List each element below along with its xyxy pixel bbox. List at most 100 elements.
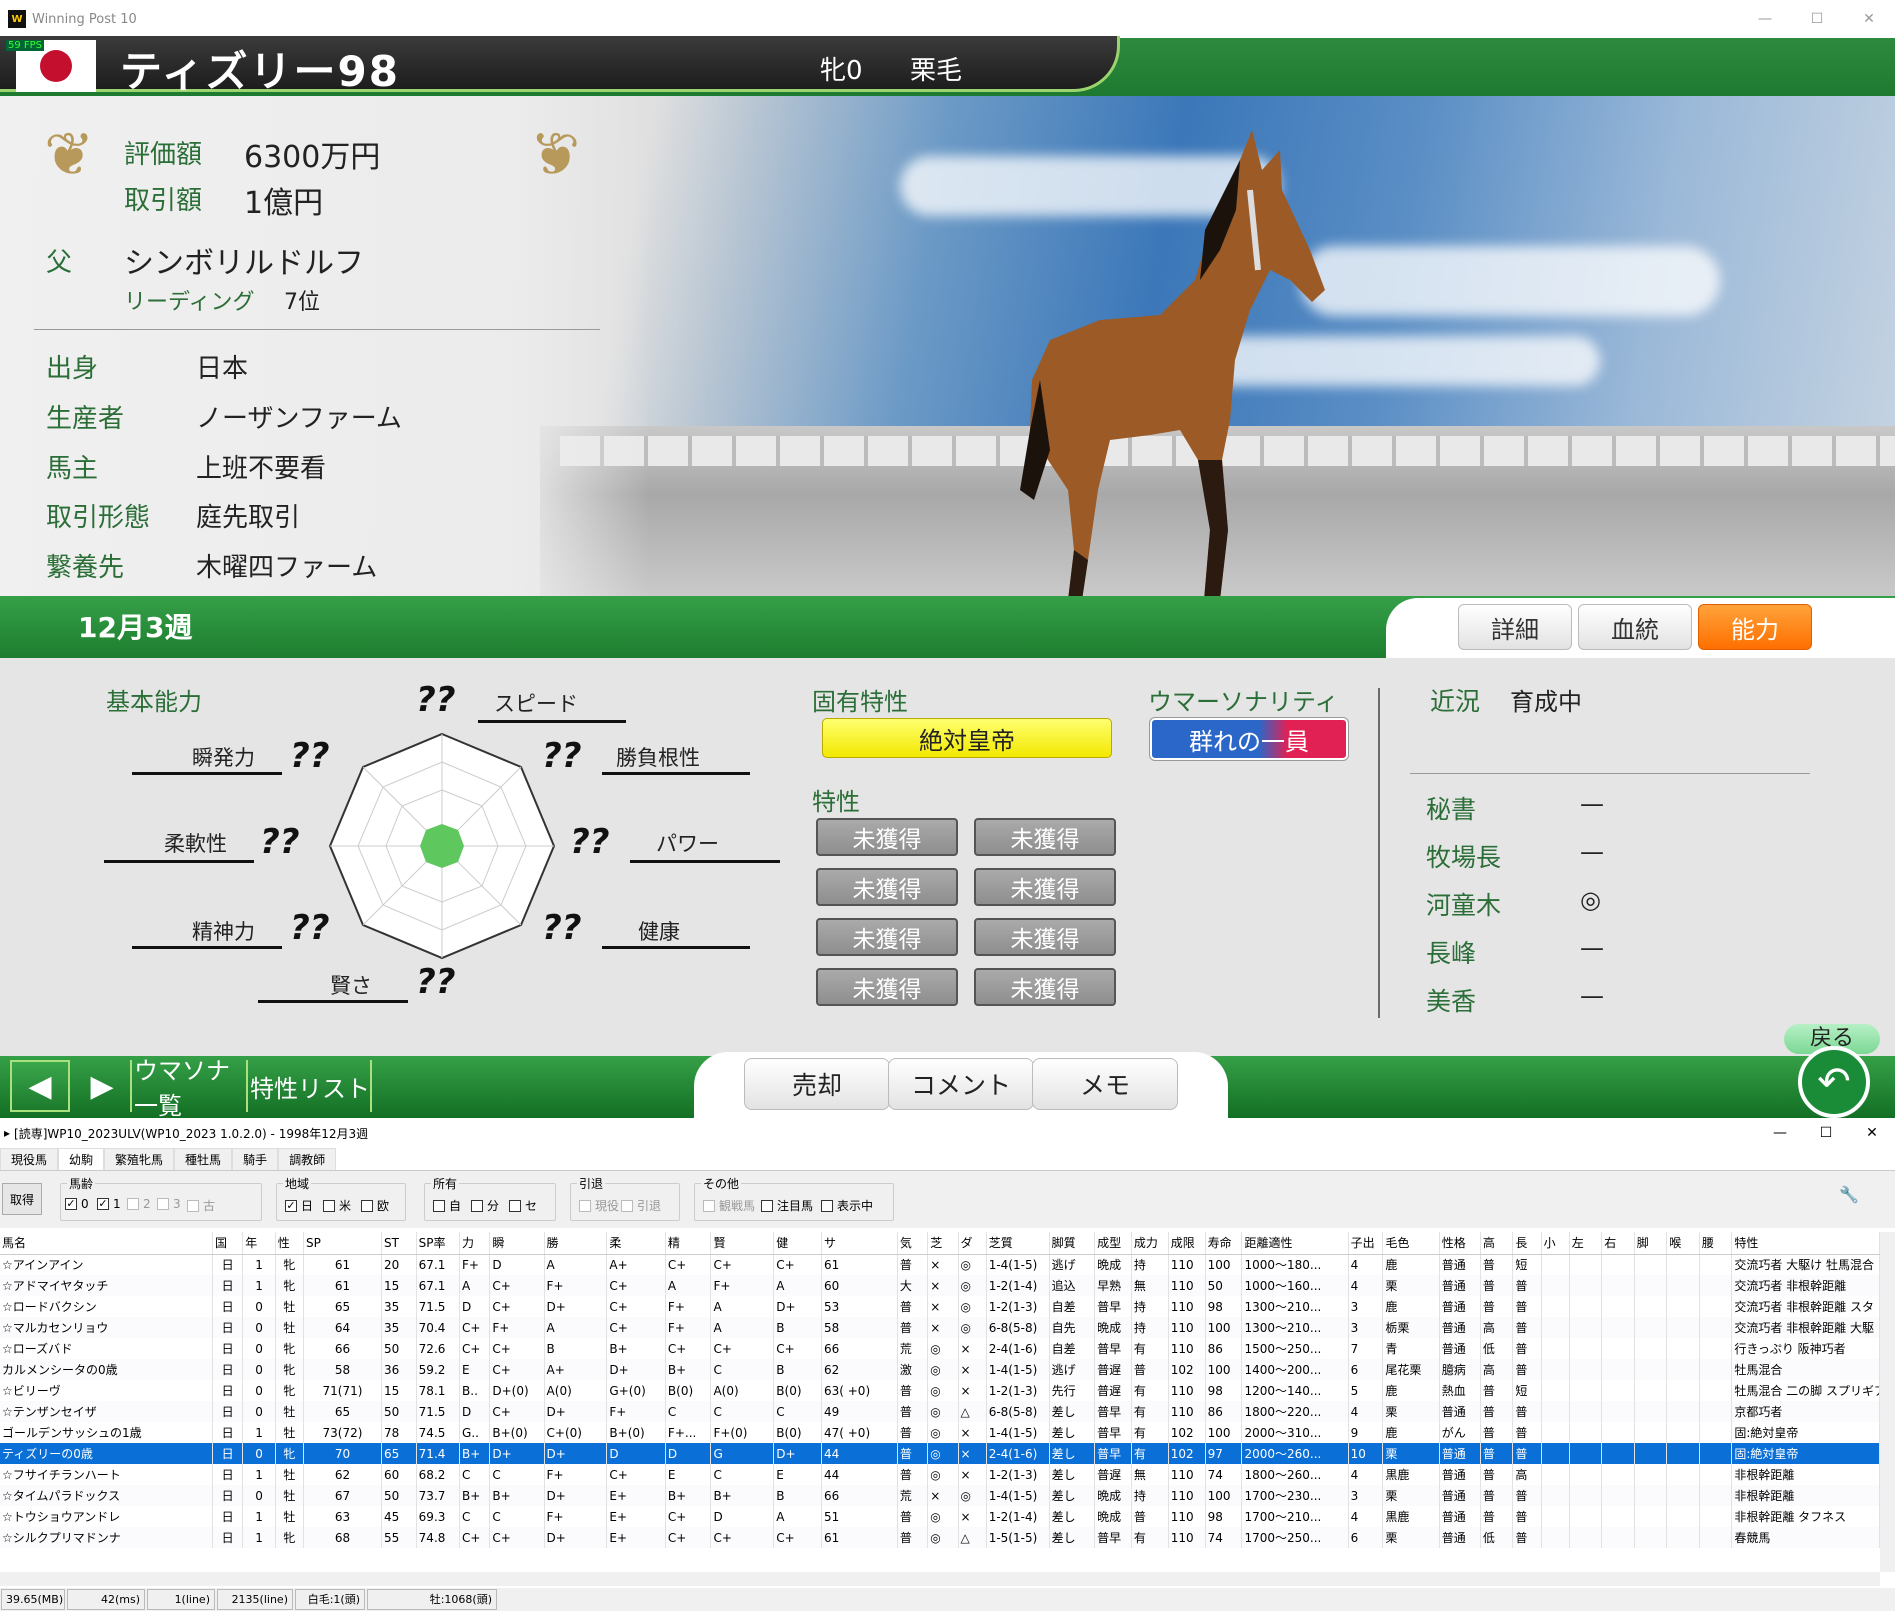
umaso-list-button[interactable]: ウマソナ一覧: [134, 1057, 248, 1118]
editor-tab[interactable]: 現役馬: [0, 1148, 59, 1170]
filter-checkbox-age[interactable]: ✓ 1: [97, 1197, 121, 1211]
filter-checkbox-owner[interactable]: 分: [471, 1197, 499, 1214]
column-header[interactable]: 高: [1480, 1232, 1514, 1255]
next-button[interactable]: ▶: [74, 1060, 132, 1112]
column-header[interactable]: 成型: [1094, 1232, 1132, 1255]
table-row[interactable]: カルメンシータの0歳日 0 牝 58 36 59.2 E C+ A+ D+ B+ C B 62 激 ◎ × 1-4…: [0, 1359, 1880, 1380]
get-button[interactable]: 取得: [2, 1183, 42, 1215]
filter-checkbox-age[interactable]: 2: [127, 1197, 151, 1211]
trait-slot[interactable]: 未獲得: [816, 868, 958, 906]
column-header[interactable]: 喉: [1666, 1232, 1700, 1255]
trait-slot[interactable]: 未獲得: [974, 868, 1116, 906]
table-row[interactable]: ☆トウショウアンドレ日 1 牡 63 45 69.3 C C F+ E+ C+ D A 51 普 ◎ × 1-2(…: [0, 1506, 1880, 1527]
column-header[interactable]: 瞬: [489, 1232, 545, 1255]
column-header[interactable]: 腰: [1699, 1232, 1733, 1255]
column-header[interactable]: ST: [381, 1232, 417, 1255]
column-header[interactable]: 左: [1569, 1232, 1603, 1255]
column-header[interactable]: サ: [821, 1232, 898, 1255]
trait-slot[interactable]: 未獲得: [816, 918, 958, 956]
tab-pedigree[interactable]: 血統: [1578, 604, 1692, 650]
trait-slot[interactable]: 未獲得: [816, 968, 958, 1006]
umasonality-badge[interactable]: 群れの一員: [1149, 717, 1349, 761]
trait-list-button[interactable]: 特性リスト: [250, 1060, 372, 1112]
column-header[interactable]: 精: [665, 1232, 712, 1255]
filter-checkbox-region[interactable]: 米: [323, 1197, 351, 1214]
column-header[interactable]: 健: [773, 1232, 822, 1255]
column-header[interactable]: 小: [1541, 1232, 1570, 1255]
table-row[interactable]: ☆アドマイヤタッチ日 1 牝 61 15 67.1 A C+ F+ C+ A F+ A 60 大 × ◎ 1-2(…: [0, 1275, 1880, 1296]
sell-button[interactable]: 売却: [744, 1058, 890, 1110]
column-header[interactable]: 特性: [1731, 1232, 1880, 1255]
editor-tab[interactable]: 幼駒: [58, 1148, 105, 1170]
filter-checkbox-retire[interactable]: 引退: [621, 1197, 661, 1214]
table-row[interactable]: ☆ビリーヴ日 0 牝 71(71) 15 78.1 B.. D+(0) A(0) G+(0) B(0…: [0, 1380, 1880, 1401]
close-button[interactable]: ✕: [1849, 1118, 1895, 1148]
column-header[interactable]: 脚質: [1049, 1232, 1096, 1255]
filter-checkbox-region[interactable]: ✓ 日: [285, 1197, 313, 1214]
table-row[interactable]: ゴールデンサッシュの1歳日 1 牡 73(72) 78 74.5 G.. B+(0) C+(0)…: [0, 1422, 1880, 1443]
column-header[interactable]: 芝質: [986, 1232, 1050, 1255]
column-header[interactable]: 気: [897, 1232, 929, 1255]
column-header[interactable]: SP: [303, 1232, 383, 1255]
column-header[interactable]: 成力: [1131, 1232, 1169, 1255]
table-row[interactable]: ☆マルカセンリョウ日 0 牡 64 35 70.4 C+ F+ A C+ F+ A B 58 普 × ◎ 6-8(…: [0, 1317, 1880, 1338]
column-header[interactable]: 勝: [544, 1232, 608, 1255]
vertical-scrollbar[interactable]: [1880, 1232, 1895, 1572]
trait-slot[interactable]: 未獲得: [974, 818, 1116, 856]
editor-tab[interactable]: 繁殖牝馬: [104, 1148, 175, 1170]
column-header[interactable]: 距離適性: [1241, 1232, 1349, 1255]
table-row[interactable]: ☆タイムパラドックス日 0 牡 67 50 73.7 B+ B+ D+ E+ B+ B+ B 66 荒 × ◎ 1…: [0, 1485, 1880, 1506]
column-header[interactable]: 右: [1601, 1232, 1635, 1255]
table-row[interactable]: ☆ローズバド日 0 牝 66 50 72.6 C+ C+ B B+ C+ C+ C+ 66 荒 ◎ × 2-4(1…: [0, 1338, 1880, 1359]
column-header[interactable]: 芝: [927, 1232, 959, 1255]
column-header[interactable]: SP率: [416, 1232, 461, 1255]
maximize-button[interactable]: ☐: [1803, 1118, 1849, 1148]
editor-tab[interactable]: 騎手: [232, 1148, 279, 1170]
filter-checkbox-other[interactable]: 注目馬: [761, 1197, 813, 1214]
column-header[interactable]: 長: [1512, 1232, 1542, 1255]
horizontal-scrollbar[interactable]: [0, 1572, 1880, 1586]
table-row[interactable]: ☆フサイチランハート日 1 牡 62 60 68.2 C C F+ C+ E C E 44 普 ◎ × 1-2(1…: [0, 1464, 1880, 1485]
column-header[interactable]: ダ: [958, 1232, 987, 1255]
trait-slot[interactable]: 未獲得: [974, 918, 1116, 956]
column-header[interactable]: 毛色: [1382, 1232, 1440, 1255]
back-button[interactable]: ↶: [1798, 1046, 1870, 1118]
unique-trait-badge[interactable]: 絶対皇帝: [822, 718, 1112, 758]
trait-slot[interactable]: 未獲得: [816, 818, 958, 856]
filter-checkbox-owner[interactable]: 自: [433, 1197, 461, 1214]
tab-details[interactable]: 詳細: [1458, 604, 1572, 650]
filter-checkbox-region[interactable]: 欧: [361, 1197, 389, 1214]
table-row[interactable]: ☆テンザンセイザ日 0 牡 65 50 71.5 D C+ D+ F+ C C C 49 普 ◎ △ 6-8(5-…: [0, 1401, 1880, 1422]
close-button[interactable]: ✕: [1843, 0, 1895, 38]
minimize-button[interactable]: —: [1739, 0, 1791, 38]
maximize-button[interactable]: ☐: [1791, 0, 1843, 38]
table-row[interactable]: ☆アインアイン日 1 牝 61 20 67.1 F+ D A A+ C+ C+ C+ 61 普 × ◎ 1-4(1…: [0, 1254, 1880, 1275]
filter-checkbox-other[interactable]: 表示中: [821, 1197, 873, 1214]
memo-button[interactable]: メモ: [1032, 1058, 1178, 1110]
comment-button[interactable]: コメント: [888, 1058, 1034, 1110]
settings-wrench-icon[interactable]: 🔧: [1839, 1185, 1859, 1204]
filter-checkbox-age[interactable]: 3: [157, 1197, 181, 1211]
column-header[interactable]: 賢: [710, 1232, 775, 1255]
column-header[interactable]: 性: [275, 1232, 304, 1255]
trait-slot[interactable]: 未獲得: [974, 968, 1116, 1006]
filter-checkbox-owner[interactable]: セ: [509, 1197, 537, 1214]
filter-checkbox-age[interactable]: 古: [187, 1197, 215, 1214]
column-header[interactable]: 子出: [1348, 1232, 1384, 1255]
minimize-button[interactable]: —: [1757, 1118, 1803, 1148]
table-row[interactable]: ティズリーの0歳日 0 牝 70 65 71.4 B+ D+ D+ D D G D+ 44 普 ◎ × 2-4(1…: [0, 1443, 1880, 1464]
column-header[interactable]: 成限: [1168, 1232, 1206, 1255]
table-row[interactable]: ☆シルクプリマドンナ日 1 牝 68 55 74.8 C+ C+ D+ E+ C+ C+ C+ 61 普 ◎ △…: [0, 1527, 1880, 1548]
column-header[interactable]: 馬名: [0, 1232, 213, 1255]
prev-button[interactable]: ◀: [10, 1060, 70, 1112]
column-header[interactable]: 性格: [1439, 1232, 1481, 1255]
column-header[interactable]: 年: [242, 1232, 276, 1255]
column-header[interactable]: 国: [212, 1232, 244, 1255]
column-header[interactable]: 脚: [1634, 1232, 1668, 1255]
filter-checkbox-retire[interactable]: 現役: [579, 1197, 619, 1214]
column-header[interactable]: 柔: [606, 1232, 666, 1255]
filter-checkbox-other[interactable]: 観戦馬: [703, 1197, 755, 1214]
filter-checkbox-age[interactable]: ✓ 0: [65, 1197, 89, 1211]
table-row[interactable]: ☆ロードバクシン日 0 牡 65 35 71.5 D C+ D+ C+ F+ A D+ 53 普 × ◎ 1-2(…: [0, 1296, 1880, 1317]
editor-tab[interactable]: 種牡馬: [174, 1148, 233, 1170]
